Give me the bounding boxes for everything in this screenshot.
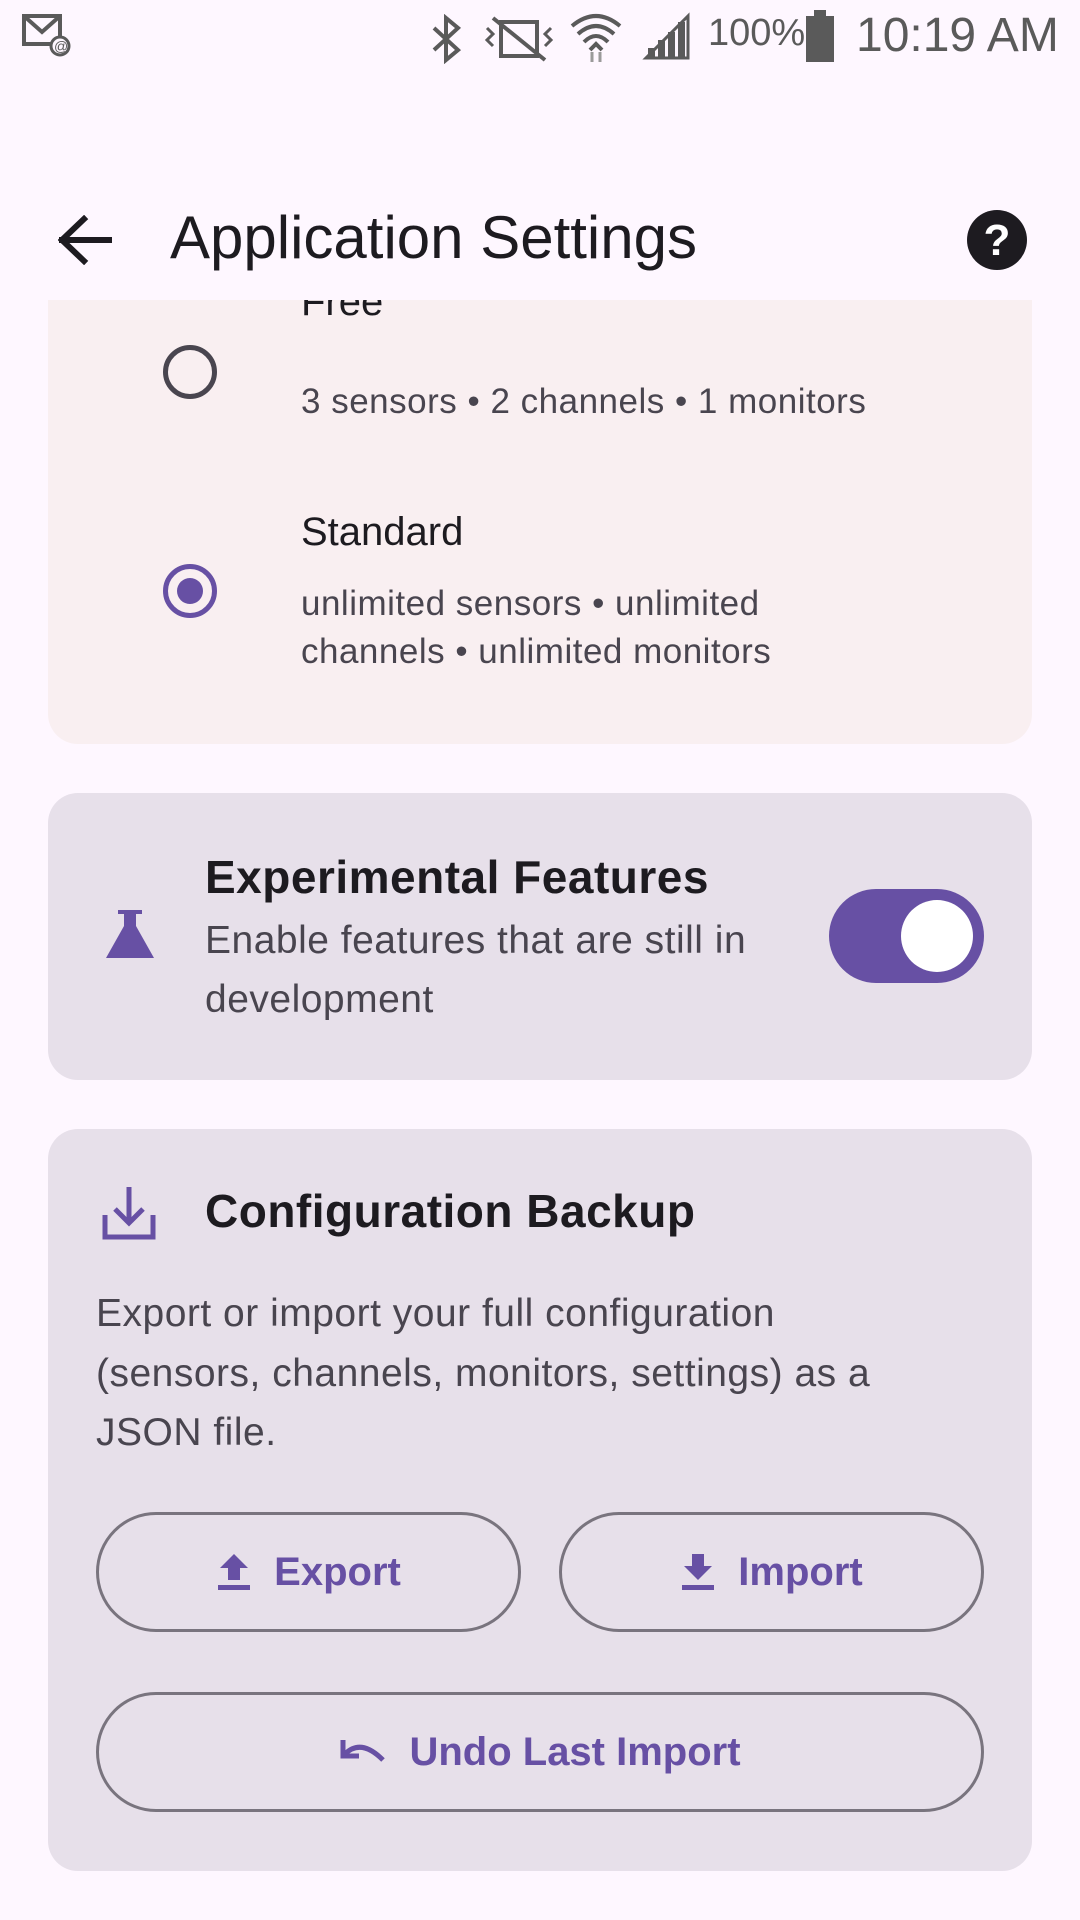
plan-option-free[interactable]: Free 3 sensors • 2 channels • 1 monitors	[48, 300, 1032, 450]
download-icon	[682, 1554, 715, 1590]
svg-text:@: @	[54, 38, 68, 54]
plan-desc-standard-line2: channels • unlimited monitors	[301, 632, 772, 671]
export-button[interactable]: Export	[96, 1512, 521, 1632]
plan-name-free: Free	[301, 300, 384, 324]
bluetooth-icon	[432, 14, 462, 64]
plan-desc-standard-line1: unlimited sensors • unlimited	[301, 584, 760, 623]
experimental-desc-line1: Enable features that are still in	[205, 919, 747, 962]
vibrate-icon	[484, 16, 554, 62]
radio-standard[interactable]	[163, 564, 217, 618]
experimental-toggle[interactable]	[829, 889, 984, 983]
backup-desc-line3: JSON file.	[96, 1411, 277, 1454]
radio-free[interactable]	[163, 345, 217, 399]
backup-desc-line1: Export or import your full configuration	[96, 1292, 775, 1335]
arrow-back-icon[interactable]	[58, 215, 112, 265]
undo-label: Undo Last Import	[409, 1729, 741, 1774]
battery-icon	[806, 10, 834, 62]
wifi-icon	[570, 14, 622, 62]
backup-title: Configuration Backup	[205, 1185, 696, 1237]
export-label: Export	[274, 1549, 401, 1594]
undo-icon	[340, 1740, 386, 1762]
upload-icon	[218, 1554, 251, 1590]
signal-icon	[642, 12, 690, 60]
plan-desc-free: 3 sensors • 2 channels • 1 monitors	[301, 382, 867, 421]
flask-icon	[106, 910, 154, 958]
backup-card: Configuration Backup Export or import yo…	[48, 1129, 1032, 1871]
import-button[interactable]: Import	[559, 1512, 984, 1632]
undo-import-button[interactable]: Undo Last Import	[96, 1692, 984, 1812]
svg-text:?: ?	[984, 216, 1011, 265]
experimental-desc-line2: development	[205, 978, 434, 1021]
clock: 10:19 AM	[856, 9, 1059, 62]
download-tray-icon	[102, 1187, 156, 1240]
battery-percent: 100%	[708, 12, 806, 54]
status-bar: @ 100% 10:19 AM	[0, 0, 1080, 80]
plan-name-standard: Standard	[301, 510, 464, 554]
email-notification-icon: @	[22, 14, 71, 57]
plan-option-standard[interactable]: Standard unlimited sensors • unlimited c…	[48, 510, 1032, 710]
backup-desc-line2: (sensors, channels, monitors, settings) …	[96, 1352, 871, 1395]
plan-card: Free 3 sensors • 2 channels • 1 monitors…	[48, 300, 1032, 744]
toggle-thumb	[901, 900, 973, 972]
import-label: Import	[738, 1549, 863, 1594]
help-icon[interactable]: ?	[966, 209, 1028, 271]
page-title: Application Settings	[170, 204, 697, 271]
experimental-title: Experimental Features	[205, 851, 709, 903]
